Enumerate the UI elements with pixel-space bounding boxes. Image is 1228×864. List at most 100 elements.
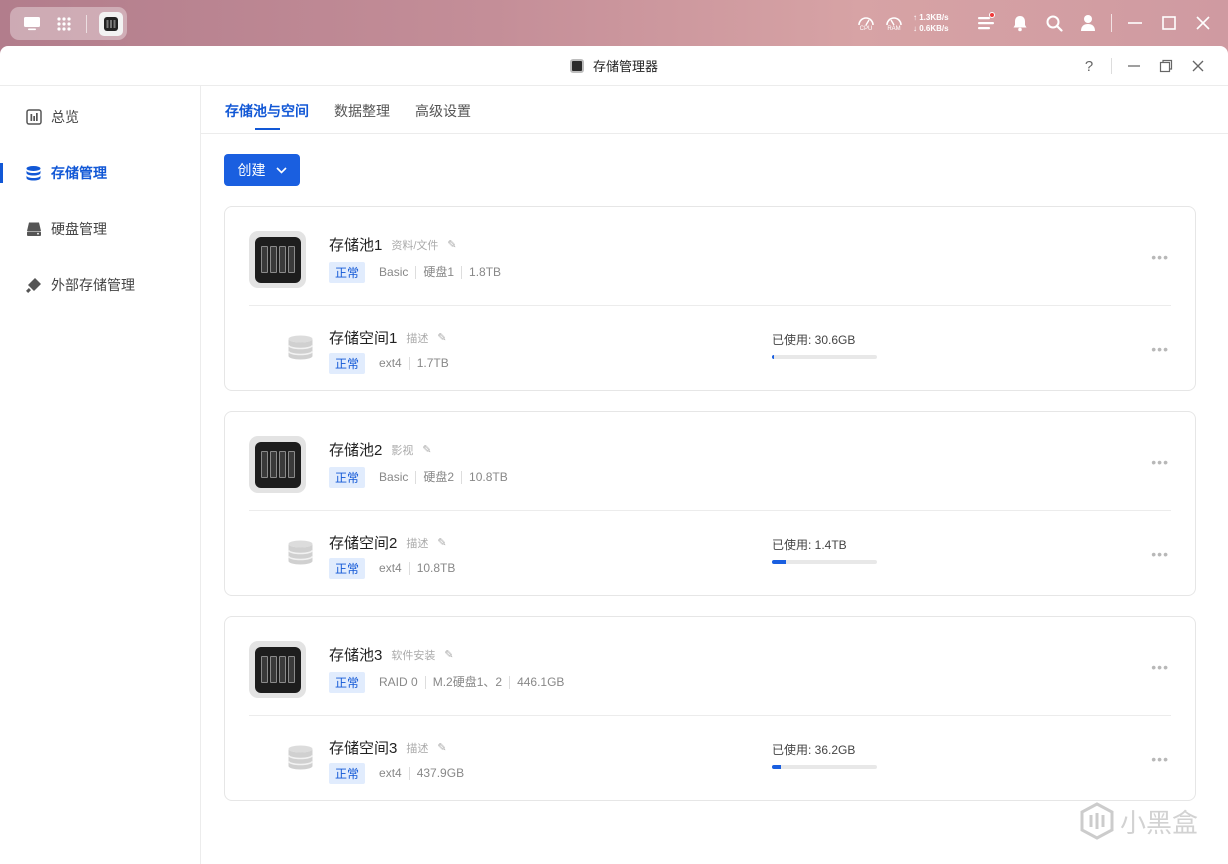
- volume-icon: [287, 334, 314, 361]
- pool-meta: 正常 Basic 硬盘2 10.8TB: [329, 467, 515, 488]
- volume-filesystem: ext4: [379, 766, 402, 780]
- sidebar-item-overview[interactable]: 总览: [0, 97, 200, 137]
- edit-icon[interactable]: ✎: [437, 741, 446, 754]
- desktop-icon[interactable]: [22, 14, 42, 34]
- volume-more-button[interactable]: •••: [1151, 341, 1169, 357]
- launcher-separator: [86, 14, 87, 33]
- main-content: 存储池与空间 数据整理 高级设置 创建 存储池1 资料/文件 ✎ 正常 Basi…: [201, 86, 1228, 864]
- pool-more-button[interactable]: •••: [1151, 454, 1169, 470]
- search-icon: [1046, 15, 1063, 32]
- window-controls-divider: [1111, 58, 1112, 74]
- storage-manager-window: 存储管理器 ? 总览 存储管理 硬盘管理 外部存储管理 存储池与空间 数据整理 …: [0, 46, 1228, 864]
- volume-title: 存储空间2 描述 ✎: [329, 532, 447, 553]
- desktop-taskbar: CPU RAM ↑ 1.3KB/s ↓ 0.6KB/s: [0, 0, 1228, 46]
- tab-data-organize[interactable]: 数据整理: [334, 101, 390, 134]
- sidebar-item-disks[interactable]: 硬盘管理: [0, 209, 200, 249]
- volume-filesystem: ext4: [379, 356, 402, 370]
- volume-usage-bar: [772, 765, 877, 769]
- edit-icon[interactable]: ✎: [437, 536, 446, 549]
- desktop-close-button[interactable]: [1186, 0, 1220, 46]
- volume-used-text: 已使用: 1.4TB: [772, 538, 847, 552]
- pool-description: 影视: [391, 444, 414, 457]
- restore-icon: [1159, 59, 1173, 73]
- volume-meta: 正常 ext4 10.8TB: [329, 558, 462, 579]
- volume-capacity: 1.7TB: [408, 357, 456, 370]
- pool-more-button[interactable]: •••: [1151, 249, 1169, 265]
- volume-meta: 正常 ext4 1.7TB: [329, 353, 456, 374]
- window-close-button[interactable]: [1182, 50, 1214, 82]
- volume-capacity: 437.9GB: [408, 767, 471, 780]
- ram-monitor[interactable]: RAM: [881, 14, 907, 33]
- window-minimize-button[interactable]: [1118, 50, 1150, 82]
- create-button[interactable]: 创建: [224, 154, 300, 186]
- pool-name: 存储池3: [329, 647, 383, 664]
- usage-bar-fill: [772, 765, 781, 769]
- desktop-minimize-button[interactable]: [1118, 0, 1152, 46]
- window-titlebar[interactable]: 存储管理器 ?: [0, 46, 1228, 86]
- volume-used-text: 已使用: 36.2GB: [772, 743, 856, 757]
- pool-more-button[interactable]: •••: [1151, 659, 1169, 675]
- volume-used-text: 已使用: 30.6GB: [772, 333, 856, 347]
- pool-disks: 硬盘1: [415, 266, 461, 279]
- sidebar-item-external-storage[interactable]: 外部存储管理: [0, 265, 200, 305]
- pool-meta: 正常 Basic 硬盘1 1.8TB: [329, 262, 508, 283]
- download-speed: ↓ 0.6KB/s: [913, 24, 949, 33]
- pool-card: 存储池1 资料/文件 ✎ 正常 Basic 硬盘1 1.8TB ••• 存储空间…: [224, 206, 1196, 391]
- pool-description: 软件安装: [391, 649, 436, 662]
- pool-card: 存储池2 影视 ✎ 正常 Basic 硬盘2 10.8TB ••• 存储空间2 …: [224, 411, 1196, 596]
- network-speed[interactable]: ↑ 1.3KB/s ↓ 0.6KB/s: [913, 12, 961, 34]
- chart-icon: [25, 109, 42, 126]
- pool-name: 存储池2: [329, 442, 383, 459]
- storage-manager-taskbar-icon[interactable]: [99, 11, 123, 36]
- volume-title: 存储空间1 描述 ✎: [329, 327, 447, 348]
- status-badge: 正常: [329, 558, 366, 579]
- pool-description: 资料/文件: [391, 239, 439, 252]
- minimize-icon: [1128, 22, 1142, 24]
- pool-meta: 正常 RAID 0 M.2硬盘1、2 446.1GB: [329, 672, 571, 693]
- pool-capacity: 10.8TB: [461, 471, 515, 484]
- volume-more-button[interactable]: •••: [1151, 751, 1169, 767]
- sidebar-item-storage[interactable]: 存储管理: [0, 153, 200, 193]
- user-button[interactable]: [1071, 0, 1105, 46]
- app-grid-icon[interactable]: [54, 14, 74, 34]
- tray-divider: [1111, 14, 1112, 32]
- volume-filesystem: ext4: [379, 561, 402, 575]
- database-icon: [25, 165, 42, 182]
- storage-pool-icon: [249, 641, 306, 698]
- notifications-button[interactable]: [1003, 0, 1037, 46]
- notification-dot: [989, 12, 995, 18]
- tab-advanced-settings[interactable]: 高级设置: [415, 101, 471, 134]
- search-button[interactable]: [1037, 0, 1071, 46]
- card-divider: [249, 305, 1171, 306]
- edit-icon[interactable]: ✎: [447, 238, 456, 251]
- volume-description: 描述: [406, 742, 429, 755]
- window-title-text: 存储管理器: [592, 59, 658, 74]
- sidebar-item-label: 外部存储管理: [51, 277, 135, 293]
- minimize-icon: [1128, 65, 1140, 67]
- pool-title: 存储池2 影视 ✎: [329, 439, 432, 460]
- cpu-label: CPU: [859, 25, 873, 32]
- pool-title: 存储池3 软件安装 ✎: [329, 644, 454, 665]
- pool-disks: 硬盘2: [415, 471, 461, 484]
- sidebar-item-label: 存储管理: [51, 165, 107, 181]
- tab-pools-and-volumes[interactable]: 存储池与空间: [225, 101, 309, 134]
- volume-icon: [287, 744, 314, 771]
- cpu-monitor[interactable]: CPU: [853, 14, 879, 33]
- pool-disks: M.2硬盘1、2: [424, 676, 509, 689]
- edit-icon[interactable]: ✎: [437, 331, 446, 344]
- edit-icon[interactable]: ✎: [444, 648, 453, 661]
- status-badge: 正常: [329, 672, 366, 693]
- user-icon: [1081, 15, 1095, 31]
- help-button[interactable]: ?: [1073, 50, 1105, 82]
- pool-raid-type: Basic: [379, 470, 409, 484]
- tasks-button[interactable]: [969, 0, 1003, 46]
- volume-icon: [287, 539, 314, 566]
- card-divider: [249, 510, 1171, 511]
- create-button-label: 创建: [237, 162, 266, 178]
- sidebar-item-label: 硬盘管理: [51, 221, 107, 237]
- ram-label: RAM: [887, 25, 901, 32]
- volume-more-button[interactable]: •••: [1151, 546, 1169, 562]
- window-restore-button[interactable]: [1150, 50, 1182, 82]
- desktop-maximize-button[interactable]: [1152, 0, 1186, 46]
- edit-icon[interactable]: ✎: [422, 443, 431, 456]
